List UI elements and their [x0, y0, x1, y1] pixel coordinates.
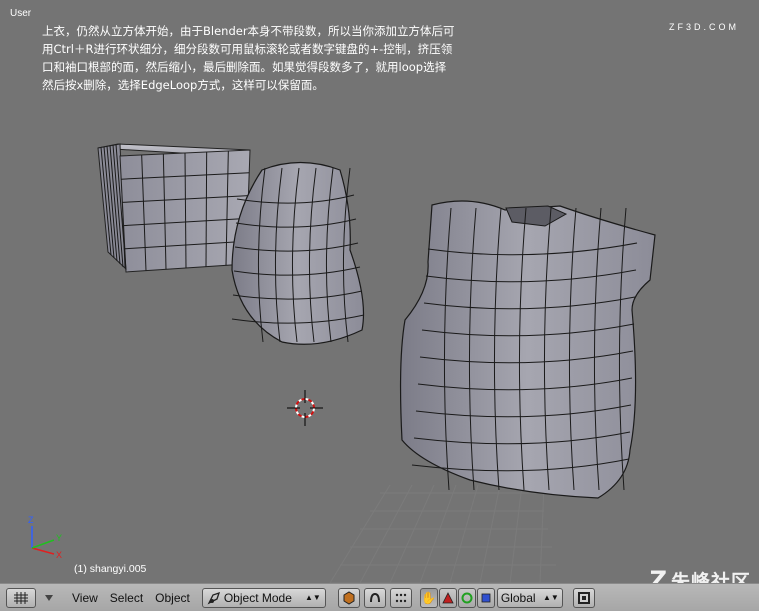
render-button[interactable]	[572, 587, 595, 608]
3d-cursor[interactable]	[287, 390, 323, 426]
orientation-select[interactable]: Global ▲▼	[496, 587, 563, 608]
hand-icon: ✋	[421, 590, 437, 605]
updown-arrow-icon: ▲▼	[305, 593, 321, 602]
tutorial-line: 用Ctrl＋R进行环状细分，细分段数可用鼠标滚轮或者数字键盘的+-控制，挤压领	[42, 42, 453, 56]
mesh-shirt[interactable]	[399, 200, 656, 499]
updown-arrow-icon: ▲▼	[543, 593, 559, 602]
editor-type-button[interactable]	[6, 587, 36, 608]
view-name: User	[10, 8, 32, 19]
orientation-select-label: Global	[500, 590, 536, 605]
header-collapse-button[interactable]	[42, 594, 56, 602]
grid-icon	[14, 591, 28, 604]
rotate-icon	[461, 592, 473, 603]
watermark-text: 朱峰社区	[670, 570, 751, 584]
mode-select-label: Object Mode	[223, 590, 292, 605]
snap-icon	[395, 593, 407, 602]
tutorial-line: 然后按x删除，选择EdgeLoop方式，这样可以保留面。	[42, 78, 324, 92]
menu-object[interactable]: Object	[155, 591, 190, 605]
manipulator-toggle[interactable]: ✋	[419, 587, 438, 608]
3d-viewport[interactable]: Z X Y User 上衣，仍然从立方体开始，由于Blender本身不带段数，所…	[0, 0, 759, 583]
watermark-logo: Z	[649, 566, 667, 583]
active-object-label: (1) shangyi.005	[74, 563, 147, 575]
render-icon	[577, 591, 590, 604]
rotate-manipulator[interactable]	[457, 587, 476, 608]
chevron-down-icon	[45, 594, 53, 601]
menu-select[interactable]: Select	[110, 591, 143, 605]
mesh-rounded-body[interactable]	[231, 161, 365, 345]
pivot-button[interactable]	[363, 587, 386, 608]
pivot-icon	[369, 592, 380, 602]
watermark: Z 朱峰社区	[650, 566, 751, 583]
tutorial-line: 口和袖口根部的面，然后缩小，最后删除面。如果觉得段数多了，就用loop选择	[42, 60, 447, 74]
axis-y-label: Y	[56, 533, 62, 543]
snap-button[interactable]	[389, 587, 412, 608]
floor-grid	[329, 484, 560, 583]
axis-x-label: X	[56, 550, 62, 560]
translate-icon	[442, 591, 454, 603]
scale-manipulator[interactable]	[476, 587, 495, 608]
scale-icon	[481, 593, 491, 602]
shading-button[interactable]	[337, 587, 360, 608]
axis-gizmo: Z X Y	[28, 515, 62, 560]
menu-view[interactable]: View	[72, 591, 98, 605]
object-mode-icon	[207, 591, 220, 604]
tutorial-line: 上衣，仍然从立方体开始，由于Blender本身不带段数，所以当你添加立方体后可	[42, 24, 455, 38]
watermark-sub: ZF3D.COM	[669, 22, 739, 32]
mode-select[interactable]: Object Mode ▲▼	[201, 587, 326, 608]
viewport-header: View Select Object Object Mode ▲▼ ✋ Glob…	[0, 583, 759, 611]
shading-icon	[343, 590, 355, 605]
mesh-cube[interactable]	[97, 143, 251, 273]
translate-manipulator[interactable]	[438, 587, 457, 608]
axis-z-label: Z	[28, 515, 34, 525]
tutorial-text: 上衣，仍然从立方体开始，由于Blender本身不带段数，所以当你添加立方体后可 …	[42, 22, 542, 94]
